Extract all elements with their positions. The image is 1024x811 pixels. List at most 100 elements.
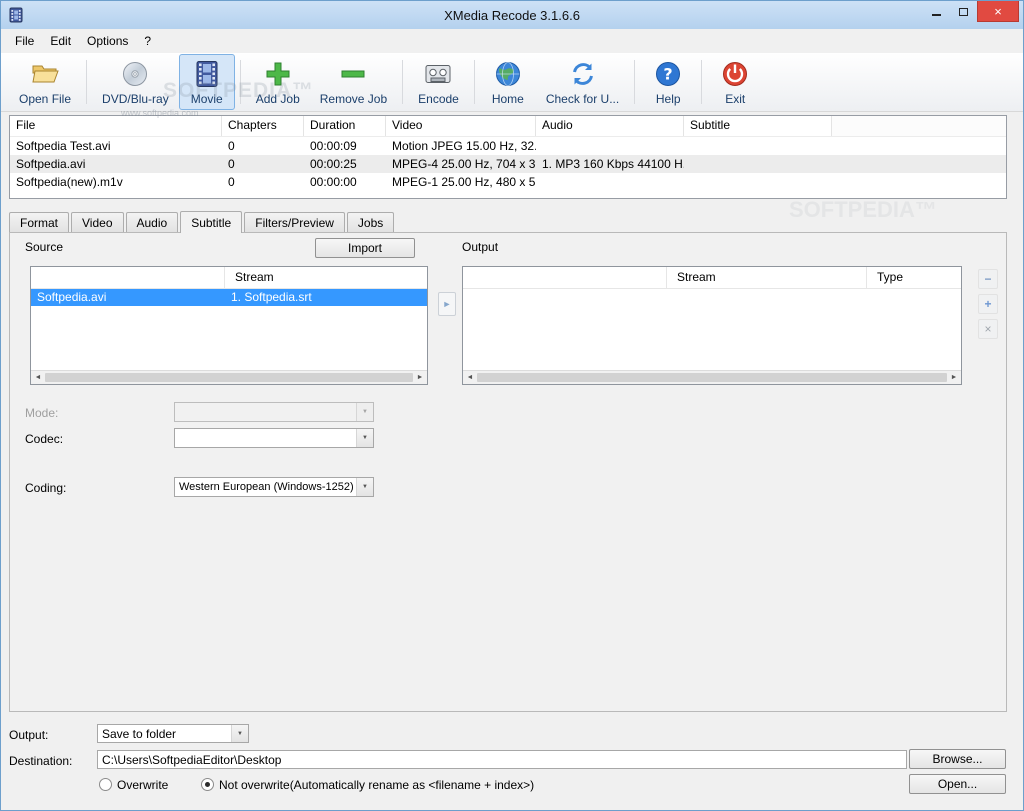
tab-filters-preview[interactable]: Filters/Preview (244, 212, 345, 232)
caption-buttons: × (923, 1, 1019, 22)
file-row[interactable]: Softpedia Test.avi 0 00:00:09 Motion JPE… (10, 137, 1006, 155)
menu-edit[interactable]: Edit (42, 31, 79, 51)
tab-audio[interactable]: Audio (125, 212, 179, 232)
codec-label: Codec: (25, 432, 64, 446)
toolbar-add-job[interactable]: Add Job (246, 54, 310, 110)
subtitle-source-table: Stream Softpedia.avi 1. Softpedia.srt ◄ … (30, 266, 428, 385)
toolbar-open-file-label: Open File (19, 92, 72, 106)
toolbar-home[interactable]: Home (480, 54, 536, 110)
dropdown-arrow-icon: ▼ (356, 403, 373, 421)
menu-options[interactable]: Options (79, 31, 136, 51)
toolbar-separator (473, 60, 475, 104)
source-stream-row[interactable]: Softpedia.avi 1. Softpedia.srt (31, 289, 427, 306)
subtitle-output-table: Stream Type ◄ ► (462, 266, 962, 385)
scroll-left-icon[interactable]: ◄ (464, 374, 476, 381)
cell-chapters: 0 (228, 139, 235, 153)
column-video[interactable]: Video (386, 116, 536, 136)
output-mode-value: Save to folder (102, 726, 177, 741)
browse-button[interactable]: Browse... (909, 749, 1006, 769)
add-plus-icon (260, 58, 296, 90)
cell-subtitle (684, 173, 832, 191)
codec-select[interactable]: ▼ (174, 428, 374, 448)
source-row-stream: 1. Softpedia.srt (231, 290, 312, 304)
import-button[interactable]: Import (315, 238, 415, 258)
column-chapters[interactable]: Chapters (222, 116, 304, 136)
source-stream-column[interactable]: Stream (225, 267, 427, 288)
not-overwrite-radio[interactable] (201, 778, 214, 791)
cell-chapters: 0 (228, 157, 235, 171)
maximize-button[interactable] (950, 1, 977, 22)
toolbar-dvd-bluray[interactable]: DVD/Blu-ray (92, 54, 179, 110)
tab-subtitle[interactable]: Subtitle (180, 211, 243, 233)
cell-duration: 00:00:09 (310, 139, 357, 153)
open-button[interactable]: Open... (909, 774, 1006, 794)
source-label: Source (25, 240, 64, 254)
app-window: XMedia Recode 3.1.6.6 × File Edit Option… (0, 0, 1024, 811)
file-row-selected[interactable]: Softpedia.avi 0 00:00:25 MPEG-4 25.00 Hz… (10, 155, 1006, 173)
source-file-column[interactable] (31, 267, 225, 288)
transfer-to-output-button[interactable]: ► (438, 292, 456, 316)
toolbar: Open File DVD/Blu-ray Movie Add Job Remo… (1, 53, 1023, 112)
file-row[interactable]: Softpedia(new).m1v 0 00:00:00 MPEG-1 25.… (10, 173, 1006, 191)
toolbar-movie[interactable]: Movie (178, 54, 235, 110)
column-file[interactable]: File (10, 116, 222, 136)
scroll-thumb[interactable] (45, 373, 413, 382)
dropdown-arrow-icon: ▼ (356, 429, 373, 447)
toolbar-encode[interactable]: Encode (408, 54, 469, 110)
cell-audio (536, 173, 684, 191)
right-arrow-icon: ► (442, 299, 452, 309)
toolbar-remove-job-label: Remove Job (319, 92, 388, 106)
tab-video[interactable]: Video (71, 212, 124, 232)
toolbar-help[interactable]: ? Help (640, 54, 696, 110)
toolbar-movie-label: Movie (190, 92, 223, 106)
delete-stream-button[interactable]: × (978, 319, 998, 339)
toolbar-check-updates[interactable]: Check for U... (536, 54, 629, 110)
column-duration[interactable]: Duration (304, 116, 386, 136)
scroll-right-icon[interactable]: ► (948, 374, 960, 381)
source-hscrollbar[interactable]: ◄ ► (31, 370, 427, 384)
source-table-header: Stream (31, 267, 427, 289)
toolbar-separator (634, 60, 636, 104)
scroll-right-icon[interactable]: ► (414, 374, 426, 381)
tab-format[interactable]: Format (9, 212, 70, 232)
cell-audio: 1. MP3 160 Kbps 44100 H... (542, 157, 684, 171)
remove-stream-button[interactable]: − (978, 269, 998, 289)
mode-label: Mode: (25, 406, 59, 420)
tab-jobs[interactable]: Jobs (346, 212, 395, 232)
cell-subtitle (684, 137, 832, 155)
overwrite-radio[interactable] (99, 778, 112, 791)
menu-help[interactable]: ? (136, 31, 159, 51)
toolbar-remove-job[interactable]: Remove Job (310, 54, 397, 110)
output-stream-column[interactable]: Stream (667, 267, 867, 288)
column-audio[interactable]: Audio (536, 116, 684, 136)
window-title: XMedia Recode 3.1.6.6 (444, 7, 580, 23)
scroll-left-icon[interactable]: ◄ (32, 374, 44, 381)
toolbar-home-label: Home (491, 92, 524, 106)
toolbar-exit[interactable]: Exit (707, 54, 763, 110)
toolbar-add-job-label: Add Job (255, 92, 300, 106)
overwrite-radio-label[interactable]: Overwrite (117, 778, 168, 792)
output-type-column[interactable]: Type (867, 267, 961, 288)
coding-select[interactable]: Western European (Windows-1252) ▼ (174, 477, 374, 497)
minimize-button[interactable] (923, 1, 950, 22)
remove-minus-icon (335, 58, 371, 90)
open-file-icon (27, 58, 63, 90)
close-button[interactable]: × (977, 1, 1019, 22)
output-hscrollbar[interactable]: ◄ ► (463, 370, 961, 384)
column-subtitle[interactable]: Subtitle (684, 116, 832, 136)
output-mode-select[interactable]: Save to folder ▼ (97, 724, 249, 743)
cell-video: MPEG-4 25.00 Hz, 704 x 3... (392, 157, 536, 171)
toolbar-open-file[interactable]: Open File (9, 54, 81, 110)
minus-icon: − (984, 272, 992, 286)
plus-icon: + (984, 297, 992, 311)
not-overwrite-radio-label[interactable]: Not overwrite(Automatically rename as <f… (219, 778, 534, 792)
home-globe-icon (490, 58, 526, 90)
minimize-icon (932, 14, 941, 16)
destination-input[interactable] (97, 750, 907, 769)
x-icon: × (984, 322, 992, 336)
output-file-column[interactable] (463, 267, 667, 288)
add-stream-button[interactable]: + (978, 294, 998, 314)
output-label: Output (462, 240, 499, 254)
menu-file[interactable]: File (7, 31, 42, 51)
scroll-thumb[interactable] (477, 373, 947, 382)
